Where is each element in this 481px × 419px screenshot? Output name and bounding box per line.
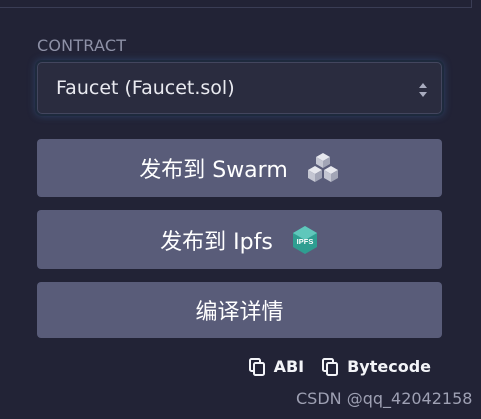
panel-divider <box>0 0 472 8</box>
copy-bytecode-link[interactable]: Bytecode <box>322 357 431 376</box>
publish-swarm-button[interactable]: 发布到 Swarm <box>37 139 442 197</box>
ipfs-logo-icon: IPFS <box>291 225 319 255</box>
publish-ipfs-label: 发布到 Ipfs <box>160 229 273 255</box>
copy-abi-label: ABI <box>273 357 305 376</box>
contract-label: CONTRACT <box>37 36 127 55</box>
compile-details-label: 编译详情 <box>195 300 284 325</box>
copy-abi-link[interactable]: ABI <box>248 357 305 376</box>
updown-chevron-icon <box>419 83 427 97</box>
compile-details-button[interactable]: 编译详情 <box>37 282 442 338</box>
copy-icon <box>322 357 339 376</box>
copy-bytecode-label: Bytecode <box>347 357 431 376</box>
svg-text:IPFS: IPFS <box>296 237 313 246</box>
swarm-logo-icon <box>306 152 340 184</box>
contract-select[interactable]: Faucet (Faucet.sol) <box>37 62 442 114</box>
compiler-panel: CONTRACT Faucet (Faucet.sol) 发布到 Swarm 发… <box>0 0 481 419</box>
publish-swarm-label: 发布到 Swarm <box>139 158 288 183</box>
contract-select-value: Faucet (Faucet.sol) <box>56 77 235 99</box>
watermark: CSDN @qq_42042158 <box>296 389 473 408</box>
copy-links: ABI Bytecode <box>248 357 431 376</box>
copy-icon <box>248 357 265 376</box>
publish-ipfs-button[interactable]: 发布到 Ipfs IPFS <box>37 210 442 269</box>
